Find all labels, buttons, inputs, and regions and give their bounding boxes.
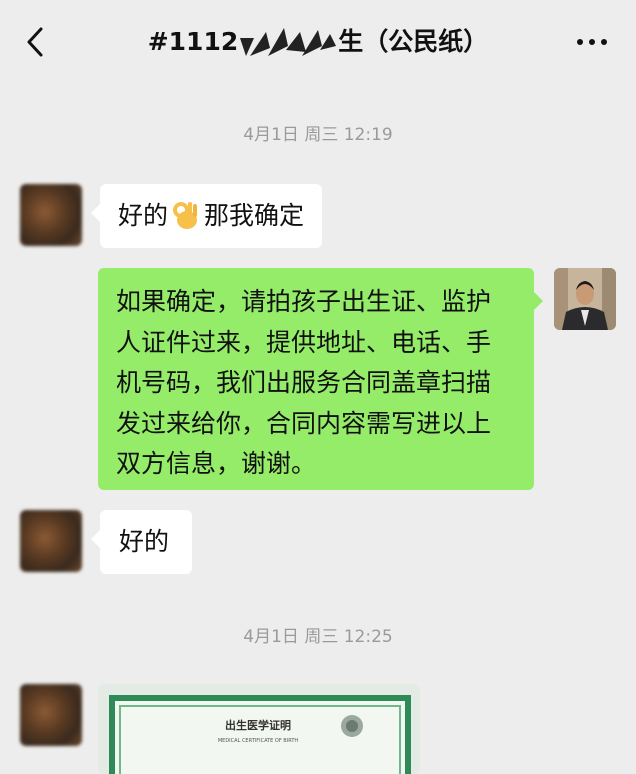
chat-header: #1112 生（公民纸） (0, 0, 636, 84)
message-line: 发过来给你，合同内容需写进以上 (116, 408, 492, 438)
message-bubble[interactable]: 好的 (91, 510, 192, 574)
ok-hand-emoji-icon (173, 202, 198, 229)
timestamp: 4月1日 周三 12:25 (243, 627, 393, 647)
message-line: 人证件过来，提供地址、电话、手 (116, 327, 492, 357)
avatar[interactable] (20, 684, 82, 746)
person-photo-icon (554, 268, 616, 330)
timestamp: 4月1日 周三 12:19 (243, 125, 393, 145)
message-text: 好的 (118, 201, 169, 230)
more-dots-icon (577, 39, 607, 45)
back-button[interactable] (18, 24, 52, 60)
certificate-title: 出生医学证明 (225, 718, 291, 732)
redaction-mask (240, 28, 337, 56)
chat-title: #1112 生（公民纸） (90, 22, 546, 62)
chevron-left-icon (27, 27, 43, 57)
message-line: 如果确定，请拍孩子出生证、监护 (116, 287, 492, 316)
message-bubble[interactable]: 如果确定，请拍孩子出生证、监护 人证件过来，提供地址、电话、手 机号码，我们出服… (98, 268, 543, 490)
image-message[interactable]: 出生医学证明 MEDICAL CERTIFICATE OF BIRTH (98, 684, 420, 774)
certificate-subtitle: MEDICAL CERTIFICATE OF BIRTH (218, 738, 299, 744)
avatar[interactable] (20, 510, 82, 572)
chat-title-prefix: #1112 (147, 27, 239, 56)
chat-title-suffix: 生（公民纸） (338, 27, 489, 56)
more-button[interactable] (572, 24, 612, 60)
avatar-self[interactable] (554, 268, 616, 330)
message-text: 好的 (119, 527, 170, 556)
avatar[interactable] (20, 184, 82, 246)
birth-certificate-image: 出生医学证明 MEDICAL CERTIFICATE OF BIRTH (98, 684, 420, 774)
message-text: 那我确定 (204, 201, 305, 230)
message-line: 机号码，我们出服务合同盖章扫描 (116, 368, 492, 397)
message-line: 双方信息，谢谢。 (116, 449, 317, 478)
message-bubble[interactable]: 好的 那我确定 (90, 184, 323, 248)
